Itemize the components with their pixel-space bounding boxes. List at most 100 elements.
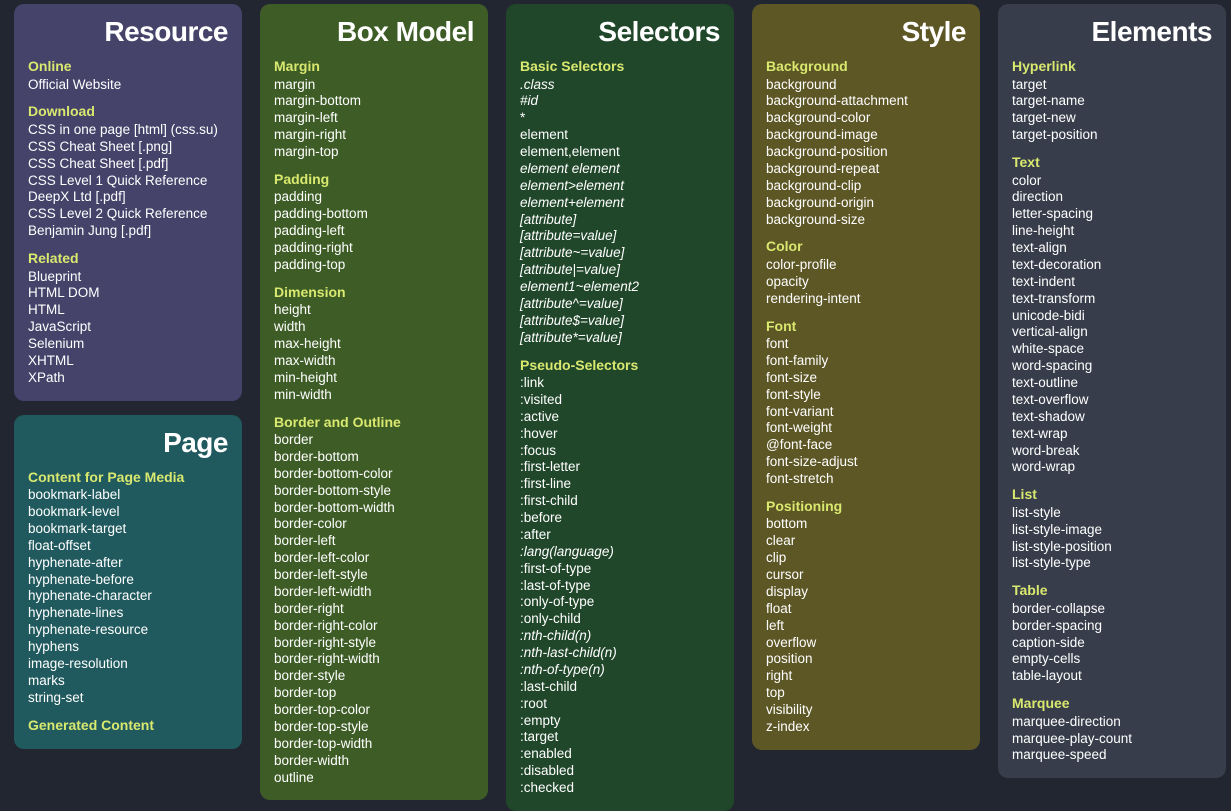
list-item[interactable]: empty-cells <box>1012 651 1212 668</box>
list-item[interactable]: :first-line <box>520 476 720 493</box>
list-item[interactable]: text-transform <box>1012 291 1212 308</box>
list-item[interactable]: border-bottom-color <box>274 466 474 483</box>
list-item[interactable]: margin <box>274 77 474 94</box>
list-item[interactable]: border-left-color <box>274 550 474 567</box>
list-item[interactable]: bottom <box>766 516 966 533</box>
list-item[interactable]: color-profile <box>766 257 966 274</box>
list-item[interactable]: hyphenate-before <box>28 572 228 589</box>
list-item[interactable]: float-offset <box>28 538 228 555</box>
list-item[interactable]: :root <box>520 696 720 713</box>
list-item[interactable]: background-clip <box>766 178 966 195</box>
list-item[interactable]: text-align <box>1012 240 1212 257</box>
list-item[interactable]: :before <box>520 510 720 527</box>
list-item[interactable]: :checked <box>520 780 720 797</box>
list-item[interactable]: image-resolution <box>28 656 228 673</box>
list-item[interactable]: margin-right <box>274 127 474 144</box>
list-item[interactable]: border-right-width <box>274 651 474 668</box>
list-item[interactable]: hyphenate-after <box>28 555 228 572</box>
list-item[interactable]: z-index <box>766 719 966 736</box>
list-item[interactable]: text-wrap <box>1012 426 1212 443</box>
list-item[interactable]: HTML <box>28 302 228 319</box>
list-item[interactable]: padding-right <box>274 240 474 257</box>
list-item[interactable]: caption-side <box>1012 635 1212 652</box>
list-item[interactable]: border-left <box>274 533 474 550</box>
list-item[interactable]: background-size <box>766 212 966 229</box>
list-item[interactable]: font-variant <box>766 404 966 421</box>
list-item[interactable]: position <box>766 651 966 668</box>
list-item[interactable]: padding-left <box>274 223 474 240</box>
list-item[interactable]: :visited <box>520 392 720 409</box>
list-item[interactable]: :nth-child(n) <box>520 628 720 645</box>
list-item[interactable]: [attribute|=value] <box>520 262 720 279</box>
list-item[interactable]: :target <box>520 729 720 746</box>
list-item[interactable]: [attribute$=value] <box>520 313 720 330</box>
list-item[interactable]: bookmark-level <box>28 504 228 521</box>
list-item[interactable]: text-outline <box>1012 375 1212 392</box>
list-item[interactable]: rendering-intent <box>766 291 966 308</box>
list-item[interactable]: padding-bottom <box>274 206 474 223</box>
list-item[interactable]: font <box>766 336 966 353</box>
list-item[interactable]: target-new <box>1012 110 1212 127</box>
list-item[interactable]: font-size <box>766 370 966 387</box>
list-item[interactable]: JavaScript <box>28 319 228 336</box>
list-item[interactable]: [attribute=value] <box>520 228 720 245</box>
list-item[interactable]: line-height <box>1012 223 1212 240</box>
list-item[interactable]: list-style <box>1012 505 1212 522</box>
list-item[interactable]: [attribute~=value] <box>520 245 720 262</box>
list-item[interactable]: target-position <box>1012 127 1212 144</box>
list-item[interactable]: .class <box>520 77 720 94</box>
list-item[interactable]: CSS Level 2 Quick Reference Benjamin Jun… <box>28 206 228 240</box>
list-item[interactable]: text-shadow <box>1012 409 1212 426</box>
list-item[interactable]: bookmark-target <box>28 521 228 538</box>
list-item[interactable]: text-decoration <box>1012 257 1212 274</box>
list-item[interactable]: white-space <box>1012 341 1212 358</box>
list-item[interactable]: HTML DOM <box>28 285 228 302</box>
list-item[interactable]: letter-spacing <box>1012 206 1212 223</box>
list-item[interactable]: CSS Level 1 Quick Reference DeepX Ltd [.… <box>28 173 228 207</box>
list-item[interactable]: text-overflow <box>1012 392 1212 409</box>
list-item[interactable]: element <box>520 127 720 144</box>
list-item[interactable]: font-size-adjust <box>766 454 966 471</box>
list-item[interactable]: hyphenate-lines <box>28 605 228 622</box>
list-item[interactable]: :first-child <box>520 493 720 510</box>
list-item[interactable]: string-set <box>28 690 228 707</box>
list-item[interactable]: border-top-color <box>274 702 474 719</box>
list-item[interactable]: target-name <box>1012 93 1212 110</box>
list-item[interactable]: border-right-color <box>274 618 474 635</box>
list-item[interactable]: XPath <box>28 370 228 387</box>
list-item[interactable]: #id <box>520 93 720 110</box>
list-item[interactable]: :nth-of-type(n) <box>520 662 720 679</box>
list-item[interactable]: :only-child <box>520 611 720 628</box>
list-item[interactable]: cursor <box>766 567 966 584</box>
list-item[interactable]: border-bottom-style <box>274 483 474 500</box>
list-item[interactable]: Official Website <box>28 77 228 94</box>
list-item[interactable]: min-height <box>274 370 474 387</box>
list-item[interactable]: color <box>1012 173 1212 190</box>
list-item[interactable]: width <box>274 319 474 336</box>
list-item[interactable]: word-break <box>1012 443 1212 460</box>
list-item[interactable]: list-style-image <box>1012 522 1212 539</box>
list-item[interactable]: :last-of-type <box>520 578 720 595</box>
list-item[interactable]: height <box>274 302 474 319</box>
list-item[interactable]: element+element <box>520 195 720 212</box>
list-item[interactable]: :empty <box>520 713 720 730</box>
list-item[interactable]: :last-child <box>520 679 720 696</box>
list-item[interactable]: XHTML <box>28 353 228 370</box>
list-item[interactable]: max-height <box>274 336 474 353</box>
list-item[interactable]: outline <box>274 770 474 787</box>
list-item[interactable]: background <box>766 77 966 94</box>
list-item[interactable]: background-image <box>766 127 966 144</box>
list-item[interactable]: background-origin <box>766 195 966 212</box>
list-item[interactable]: word-spacing <box>1012 358 1212 375</box>
list-item[interactable]: font-style <box>766 387 966 404</box>
list-item[interactable]: target <box>1012 77 1212 94</box>
list-item[interactable]: :hover <box>520 426 720 443</box>
list-item[interactable]: marquee-play-count <box>1012 731 1212 748</box>
list-item[interactable]: border-bottom-width <box>274 500 474 517</box>
list-item[interactable]: :lang(language) <box>520 544 720 561</box>
list-item[interactable]: text-indent <box>1012 274 1212 291</box>
list-item[interactable]: background-position <box>766 144 966 161</box>
list-item[interactable]: margin-top <box>274 144 474 161</box>
list-item[interactable]: font-weight <box>766 420 966 437</box>
list-item[interactable]: border-bottom <box>274 449 474 466</box>
